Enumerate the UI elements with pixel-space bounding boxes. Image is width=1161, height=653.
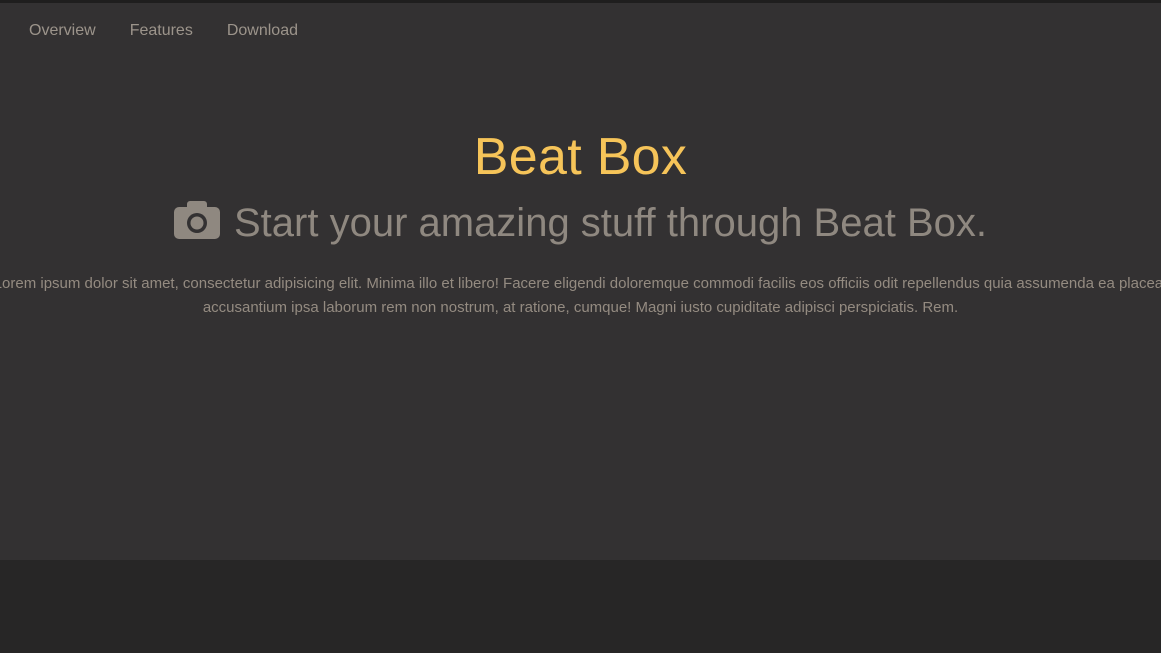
hero-section: Overview Features Download Beat Box Star… <box>0 3 1161 560</box>
nav-link-download[interactable]: Download <box>210 20 315 42</box>
hero-subtitle: Start your amazing stuff through Beat Bo… <box>0 199 1161 249</box>
top-nav: Overview Features Download <box>12 20 315 42</box>
page-title: Beat Box <box>473 128 688 186</box>
hero-description: Lorem ipsum dolor sit amet, consectetur … <box>0 275 1161 316</box>
nav-link-features[interactable]: Features <box>113 20 210 42</box>
camera-icon <box>173 199 220 249</box>
hero-subtitle-text: Start your amazing stuff through Beat Bo… <box>233 201 987 245</box>
footer-band <box>0 560 1161 653</box>
nav-link-overview[interactable]: Overview <box>12 20 113 42</box>
